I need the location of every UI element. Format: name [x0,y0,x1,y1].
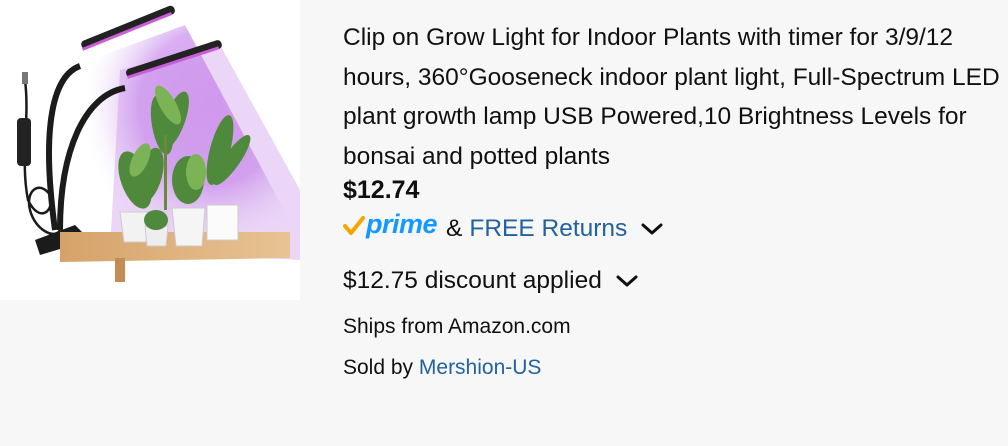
product-card: Clip on Grow Light for Indoor Plants wit… [0,0,1008,446]
seller-link[interactable]: Mershion-US [419,356,542,379]
discount-row: $12.75 discount applied [343,263,1003,299]
free-returns-link[interactable]: FREE Returns [469,215,627,243]
prime-check-icon [343,216,365,235]
prime-text: prime [366,208,438,239]
product-price: $12.74 [343,176,420,204]
prime-row: prime & FREE Returns [343,208,1003,248]
discount-text: $12.75 discount applied [343,267,602,294]
product-info: Clip on Grow Light for Indoor Plants wit… [343,18,1003,385]
product-image[interactable] [0,0,300,300]
chevron-down-icon[interactable] [639,219,665,239]
ampersand: & [446,215,463,242]
prime-logo: prime [343,208,438,248]
sold-by-label: Sold by [343,356,414,379]
product-title-link[interactable]: Clip on Grow Light for Indoor Plants wit… [343,18,1003,176]
ships-from: Ships from Amazon.com [343,315,571,338]
chevron-down-icon[interactable] [614,271,640,291]
sold-by: Sold by Mershion-US [343,351,1003,385]
